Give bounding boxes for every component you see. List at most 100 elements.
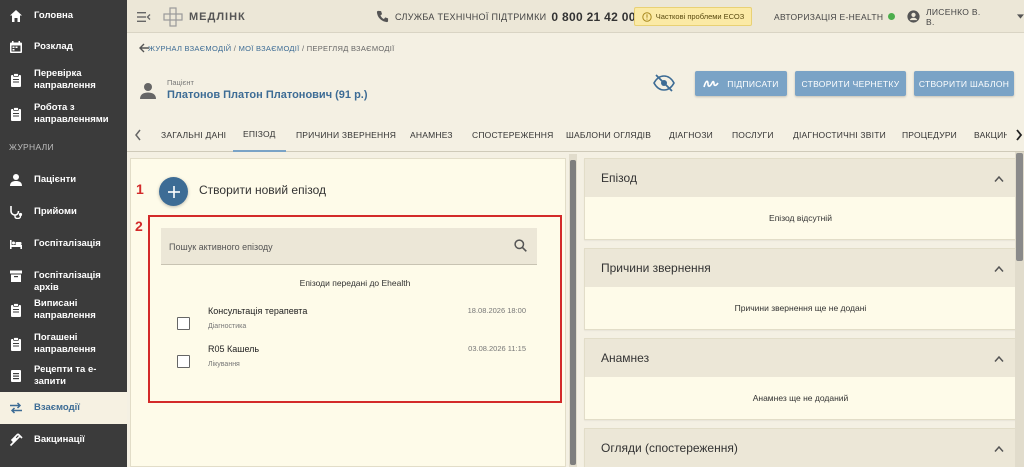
- card-header[interactable]: Анамнез: [585, 339, 1016, 377]
- sidebar-item-label: Пацієнти: [34, 174, 77, 185]
- sidebar-item-interactions[interactable]: Взаємодії: [0, 392, 127, 424]
- swap-arrows-icon: [10, 402, 22, 414]
- tab-procedures[interactable]: ПРОЦЕДУРИ: [902, 118, 957, 152]
- chevron-up-icon[interactable]: [994, 265, 1004, 273]
- main-content: 1 Створити новий епізод 2 Пошук активног…: [127, 152, 1024, 467]
- patient-name[interactable]: Платонов Платон Платонович (91 р.): [167, 89, 368, 101]
- sidebar-item-home[interactable]: Головна: [0, 6, 127, 26]
- sidebar-item-label: Робота з направленнями: [34, 102, 109, 125]
- sidebar-item-referrals-work[interactable]: Робота з направленнями: [0, 100, 127, 128]
- right-panel-scrollbar-thumb[interactable]: [1016, 153, 1023, 261]
- sidebar-item-referral-check[interactable]: Перевірка направлення: [0, 66, 127, 94]
- support-phone: 0 800 21 42 00: [551, 9, 636, 24]
- tab-general[interactable]: ЗАГАЛЬНІ ДАНІ: [161, 118, 226, 152]
- tab-diagnoses[interactable]: ДІАГНОЗИ: [669, 118, 713, 152]
- create-episode-button[interactable]: [159, 177, 188, 206]
- chevron-up-icon[interactable]: [994, 445, 1004, 453]
- card-title: Причини звернення: [601, 261, 711, 275]
- chevron-left-icon[interactable]: [134, 129, 142, 141]
- chevron-right-icon[interactable]: [1015, 129, 1023, 141]
- brand-logo: МЕДЛІНК: [163, 0, 246, 33]
- card-header[interactable]: Причини звернення: [585, 249, 1016, 287]
- episode-row[interactable]: Консультація терапевта 18.08.2026 18:00 …: [150, 306, 560, 342]
- search-placeholder: Пошук активного епізоду: [169, 242, 273, 252]
- ehealth-auth-status[interactable]: АВТОРИЗАЦІЯ E-HEALTH: [774, 0, 896, 33]
- left-panel-scrollbar-thumb[interactable]: [570, 160, 576, 465]
- tab-observations[interactable]: СПОСТЕРЕЖЕННЯ: [472, 118, 553, 152]
- ecosz-warning-badge[interactable]: Часткові проблеми ЕСОЗ: [634, 7, 752, 26]
- card-episode: Епізод Епізод відсутній: [584, 158, 1017, 240]
- tab-exam-templates[interactable]: ШАБЛОНИ ОГЛЯДІВ: [566, 118, 651, 152]
- episode-checkbox[interactable]: [177, 355, 190, 368]
- create-draft-button[interactable]: СТВОРИТИ ЧЕРНЕТКУ: [795, 71, 906, 96]
- card-body: Анамнез ще не доданий: [752, 393, 849, 403]
- episode-name: Консультація терапевта: [208, 306, 308, 316]
- sidebar-item-schedule[interactable]: Розклад: [0, 37, 127, 57]
- episode-date: 18.08.2026 18:00: [467, 306, 526, 315]
- menu-collapse-button[interactable]: [137, 0, 151, 33]
- sidebar-item-hospitalization-archive[interactable]: Госпіталізація архів: [0, 266, 127, 293]
- chevron-up-icon[interactable]: [994, 175, 1004, 183]
- sidebar-item-issued-referrals[interactable]: Виписані направлення: [0, 296, 127, 324]
- sidebar-item-prescriptions[interactable]: Рецепти та е-запити: [0, 362, 127, 390]
- sidebar-item-appointments[interactable]: Прийоми: [0, 202, 127, 222]
- card-title: Епізод: [601, 171, 637, 185]
- card-reasons: Причини звернення Причини звернення ще н…: [584, 248, 1017, 330]
- sidebar-item-label: Головна: [34, 10, 74, 21]
- create-template-button[interactable]: СТВОРИТИ ШАБЛОН: [914, 71, 1014, 96]
- card-header[interactable]: Епізод: [585, 159, 1016, 197]
- sidebar-item-hospitalization[interactable]: Госпіталізація: [0, 234, 127, 254]
- clipboard-icon: [11, 107, 21, 121]
- breadcrumb: ЖУРНАЛ ВЗАЄМОДІЙ / МОЇ ВЗАЄМОДІЇ / ПЕРЕГ…: [148, 44, 395, 53]
- archive-icon: [10, 270, 22, 282]
- eye-off-icon[interactable]: [653, 73, 675, 93]
- card-title: Анамнез: [601, 351, 650, 365]
- sidebar-item-patients[interactable]: Пацієнти: [0, 170, 127, 190]
- create-episode-label[interactable]: Створити новий епізод: [199, 183, 326, 197]
- summary-panel: Епізод Епізод відсутній Причини зверненн…: [584, 158, 1024, 467]
- sign-button[interactable]: ПІДПИСАТИ: [695, 71, 787, 96]
- patient-label: Пацієнт: [167, 78, 194, 87]
- top-bar: МЕДЛІНК СЛУЖБА ТЕХНІЧНОЇ ПІДТРИМКИ 0 800…: [127, 0, 1024, 33]
- chevron-up-icon[interactable]: [994, 355, 1004, 363]
- sign-button-label: ПІДПИСАТИ: [727, 78, 779, 89]
- sidebar-item-label: Рецепти та е-запити: [34, 364, 97, 387]
- tab-episode[interactable]: ЕПІЗОД: [233, 118, 286, 152]
- card-examinations: Огляди (спостереження): [584, 428, 1017, 467]
- tab-anamnesis[interactable]: АНАМНЕЗ: [410, 118, 453, 152]
- sidebar-item-label: Взаємодії: [34, 402, 80, 413]
- sidebar-item-label: Вакцинації: [34, 434, 85, 445]
- episode-search-input[interactable]: Пошук активного епізоду: [161, 228, 537, 265]
- sidebar-item-label: Виписані направлення: [34, 298, 96, 321]
- breadcrumb-my-interactions[interactable]: МОЇ ВЗАЄМОДІЇ: [239, 44, 300, 53]
- brand-name: МЕДЛІНК: [189, 10, 246, 23]
- sidebar-item-vaccinations[interactable]: Вакцинації: [0, 430, 127, 450]
- sidebar-item-label: Госпіталізація архів: [34, 270, 101, 293]
- tab-diagnostic-reports[interactable]: ДІАГНОСТИЧНІ ЗВІТИ: [793, 118, 886, 152]
- search-icon[interactable]: [514, 239, 527, 252]
- patient-icon: [140, 83, 156, 99]
- sidebar-item-label: Прийоми: [34, 206, 77, 217]
- support-label: СЛУЖБА ТЕХНІЧНОЇ ПІДТРИМКИ: [395, 11, 547, 22]
- sidebar-section-label: ЖУРНАЛИ: [9, 142, 54, 152]
- episode-list-title: Епізоди передані до Ehealth: [299, 278, 411, 288]
- alert-circle-icon: [642, 11, 652, 22]
- card-header[interactable]: Огляди (спостереження): [585, 429, 1016, 467]
- tab-services[interactable]: ПОСЛУГИ: [732, 118, 774, 152]
- sidebar-item-redeemed-referrals[interactable]: Погашені направлення: [0, 330, 127, 358]
- tab-reasons[interactable]: ПРИЧИНИ ЗВЕРНЕННЯ: [296, 118, 396, 152]
- episode-checkbox[interactable]: [177, 317, 190, 330]
- clipboard-icon: [11, 303, 21, 317]
- user-menu[interactable]: ЛИСЕНКО В. В.: [907, 0, 1024, 33]
- clipboard-icon: [11, 73, 21, 87]
- sidebar-item-label: Госпіталізація: [34, 238, 101, 249]
- tab-vaccinations[interactable]: ВАКЦИН: [974, 118, 1007, 152]
- episode-row[interactable]: R05 Кашель 03.08.2026 11:15 Лікування: [150, 344, 560, 380]
- breadcrumb-journal[interactable]: ЖУРНАЛ ВЗАЄМОДІЙ: [148, 44, 231, 53]
- breadcrumb-separator: /: [301, 44, 305, 53]
- clipboard-icon: [11, 337, 21, 351]
- sidebar-item-label: Погашені направлення: [34, 332, 96, 355]
- user-name: ЛИСЕНКО В. В.: [926, 6, 981, 27]
- warning-text: Часткові проблеми ЕСОЗ: [655, 12, 745, 21]
- breadcrumb-current: ПЕРЕГЛЯД ВЗАЄМОДІЇ: [306, 44, 395, 53]
